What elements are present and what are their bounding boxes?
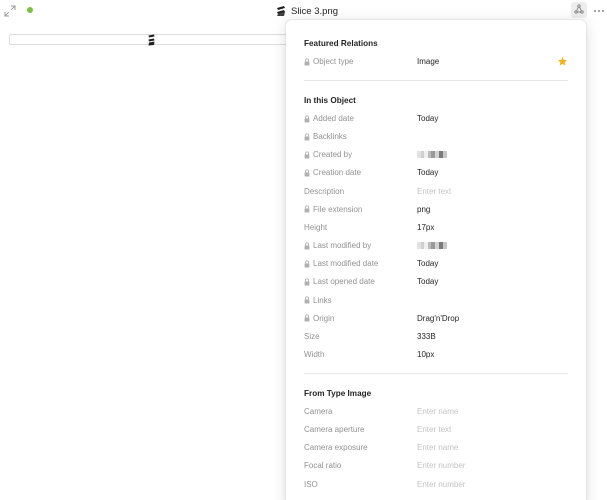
relation-row-created-by[interactable]: Created by: [304, 146, 568, 164]
image-preview: [148, 34, 155, 46]
lock-icon: [304, 278, 310, 286]
divider: [304, 373, 568, 374]
relation-name: Camera exposure: [304, 443, 368, 453]
from-type-image-title: From Type Image: [304, 389, 372, 398]
lock-icon: [304, 296, 310, 304]
relation-row-last-modified-date[interactable]: Last modified date Today: [304, 255, 568, 273]
relation-value: png: [417, 204, 431, 214]
relation-row-backlinks[interactable]: Backlinks: [304, 128, 568, 146]
relation-value-input[interactable]: Enter text: [417, 187, 451, 196]
relation-value: Today: [417, 277, 439, 287]
relation-row-camera-exposure[interactable]: Camera exposure Enter name: [304, 439, 568, 457]
relation-row-focal-ratio[interactable]: Focal ratio Enter number: [304, 457, 568, 475]
relation-row-camera[interactable]: Camera Enter name: [304, 403, 568, 421]
relation-value: Today: [417, 114, 439, 123]
relation-row-width[interactable]: Width 10px: [304, 346, 568, 364]
top-bar: Slice 3.png: [0, 0, 607, 22]
file-icon: [276, 5, 286, 17]
relation-value: 17px: [417, 222, 435, 232]
relation-value: Today: [417, 168, 439, 178]
lock-icon: [304, 314, 310, 322]
lock-icon: [304, 260, 310, 268]
relation-name: Width: [304, 349, 325, 359]
expand-icon[interactable]: [4, 5, 16, 17]
relation-row-camera-aperture[interactable]: Camera aperture Enter text: [304, 421, 568, 439]
relation-row-iso[interactable]: ISO Enter number: [304, 476, 568, 494]
sync-status-dot: [27, 7, 33, 13]
relation-name: Origin: [304, 314, 334, 323]
relation-name: Created by: [304, 150, 352, 159]
relation-value-input[interactable]: Enter name: [417, 407, 458, 416]
relation-name: Description: [304, 186, 345, 196]
star-icon[interactable]: [557, 56, 568, 67]
relation-row-description[interactable]: Description Enter text: [304, 183, 568, 201]
relation-row-added-date[interactable]: Added date Today: [304, 110, 568, 128]
relation-name: Backlinks: [304, 132, 347, 141]
more-button[interactable]: [593, 4, 605, 16]
lock-icon: [304, 133, 310, 141]
user-avatar[interactable]: [417, 242, 447, 250]
relation-value: Image: [417, 57, 440, 66]
more-icon: [593, 5, 605, 16]
relation-name: Height: [304, 222, 328, 232]
divider: [304, 80, 568, 81]
relation-row-size[interactable]: Size 333B: [304, 328, 568, 346]
lock-icon: [304, 205, 310, 213]
relation-name: File extension: [304, 205, 362, 214]
relation-name: Camera: [304, 407, 333, 416]
lock-icon: [304, 114, 310, 123]
user-avatar[interactable]: [417, 151, 447, 159]
relation-row-creation-date[interactable]: Creation date Today: [304, 164, 568, 182]
relation-value-input[interactable]: Enter name: [417, 443, 458, 452]
relation-row-last-modified-by[interactable]: Last modified by: [304, 237, 568, 255]
relation-row-height[interactable]: Height 17px: [304, 219, 568, 237]
object-title[interactable]: Slice 3.png: [276, 4, 338, 18]
relation-name: Object type: [304, 57, 353, 66]
relation-value: Drag'n'Drop: [417, 313, 460, 323]
lock-icon: [304, 169, 310, 177]
relation-name: Last modified by: [304, 241, 371, 250]
lock-icon: [304, 241, 310, 250]
relation-name: Camera aperture: [304, 425, 365, 435]
featured-relations-title: Featured Relations: [304, 39, 378, 48]
lock-icon: [304, 57, 310, 66]
relations-panel: Featured Relations Object type Image In …: [286, 20, 586, 500]
relation-row-last-opened-date[interactable]: Last opened date Today: [304, 273, 568, 291]
title-text: Slice 3.png: [291, 5, 339, 17]
relation-row-links[interactable]: Links: [304, 292, 568, 310]
relation-name: Added date: [304, 114, 354, 123]
relation-name: Creation date: [304, 168, 361, 177]
relation-name: Last opened date: [304, 277, 375, 286]
in-this-object-title: In this Object: [304, 96, 356, 105]
relation-name: Links: [304, 296, 332, 305]
relations-icon: [574, 4, 584, 16]
lock-icon: [304, 151, 310, 159]
relation-row-object-type[interactable]: Object type Image: [304, 53, 568, 71]
relation-value: 10px: [417, 349, 435, 359]
relation-name: Size: [304, 331, 320, 341]
relation-name: ISO: [304, 479, 318, 489]
relations-button[interactable]: [571, 2, 587, 18]
relation-value: 333B: [417, 331, 436, 341]
relation-value: Today: [417, 259, 439, 269]
relation-value-input[interactable]: Enter number: [417, 461, 465, 470]
relation-row-origin[interactable]: Origin Drag'n'Drop: [304, 310, 568, 328]
relation-value-input[interactable]: Enter text: [417, 425, 451, 434]
relation-value-input[interactable]: Enter number: [417, 480, 465, 489]
relation-name: Last modified date: [304, 259, 378, 268]
relation-row-file-extension[interactable]: File extension png: [304, 201, 568, 219]
relation-name: Focal ratio: [304, 461, 342, 471]
